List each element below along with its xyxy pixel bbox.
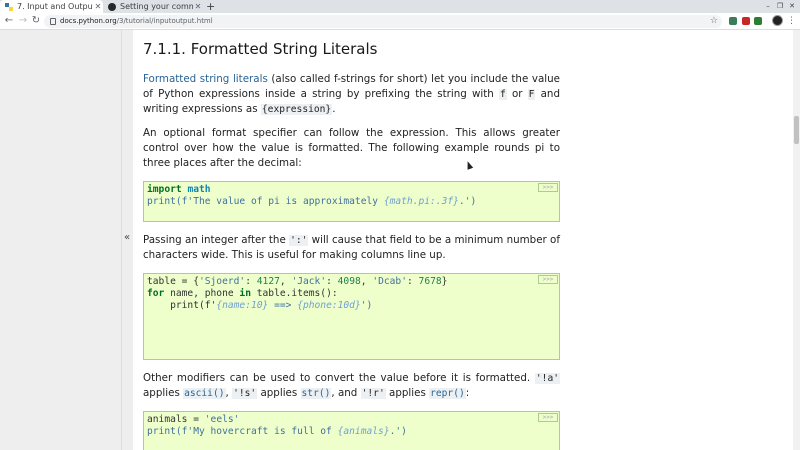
copy-button[interactable]: >>> — [538, 183, 558, 192]
string: ==> — [268, 300, 298, 311]
page-scrollbar[interactable] — [793, 30, 800, 450]
code-text: print(f' — [147, 300, 217, 311]
text: Passing an integer after the — [143, 234, 290, 246]
inline-code: '!s' — [232, 388, 258, 399]
python-favicon — [5, 2, 13, 11]
reload-icon[interactable]: ↻ — [30, 15, 42, 27]
inline-code: ':' — [289, 235, 309, 246]
minimize-icon[interactable]: – — [762, 0, 774, 13]
number: 4127 — [256, 276, 280, 287]
text: applies — [257, 387, 301, 399]
lock-icon — [50, 18, 56, 25]
code-text: print(f'My hovercraft is full of — [147, 426, 338, 437]
str-link[interactable]: str() — [300, 388, 332, 399]
sidebar-collapse-button[interactable]: « — [121, 30, 133, 450]
text: Other modifiers can be used to convert t… — [143, 372, 535, 384]
code-block-animals: >>> animals = 'eels' print(f'My hovercra… — [143, 411, 560, 450]
paragraph-format-specifier: An optional format specifier can follow … — [143, 127, 560, 169]
code-text: name, phone — [164, 288, 240, 299]
extension-icon[interactable] — [742, 17, 750, 25]
string: 'Jack' — [291, 276, 327, 287]
tab-setting-commit[interactable]: Setting your commi ✕ — [103, 0, 203, 13]
url-text: docs.python.org/3/tutorial/inputoutput.h… — [60, 17, 213, 25]
number: 7678 — [418, 276, 442, 287]
string: 'eels' — [204, 414, 240, 425]
number: 4098 — [337, 276, 361, 287]
paragraph-intro: Formatted string literals (also called f… — [143, 72, 560, 117]
tab-input-output[interactable]: 7. Input and Output ✕ — [0, 0, 103, 13]
menu-icon[interactable]: ⋮ — [787, 15, 796, 27]
maximize-icon[interactable]: ❐ — [774, 0, 786, 13]
copy-button[interactable]: >>> — [538, 413, 558, 422]
paragraph-modifiers: Other modifiers can be used to convert t… — [143, 371, 560, 401]
collapse-chevron-icon: « — [124, 232, 131, 243]
extension-icon[interactable] — [754, 17, 762, 25]
text: applies — [143, 387, 184, 399]
repr-link[interactable]: repr() — [429, 388, 466, 399]
tab-label: 7. Input and Output — [17, 2, 93, 11]
forward-arrow-icon[interactable]: → — [17, 15, 29, 27]
extension-icon[interactable] — [729, 17, 737, 25]
section-heading: 7.1.1. Formatted String Literals — [143, 40, 378, 58]
interpolation: {math.pi:.3f} — [383, 196, 459, 207]
github-favicon — [108, 2, 116, 11]
keyword: in — [239, 288, 251, 299]
inline-code: '!a' — [534, 373, 560, 384]
code-block-table: >>> table = {'Sjoerd': 4127, 'Jack': 409… — [143, 273, 560, 360]
avatar[interactable] — [772, 15, 783, 26]
string: 'Sjoerd' — [198, 276, 246, 287]
code-block-pi: >>> import math print(f'The value of pi … — [143, 181, 560, 222]
interpolation: {animals} — [337, 426, 390, 437]
module-name: math — [187, 184, 211, 195]
inline-code: f — [499, 89, 507, 100]
code-text: print(f'The value of pi is approximately — [147, 196, 384, 207]
code-text: table.items(): — [250, 288, 338, 299]
interpolation: {name:10} — [216, 300, 269, 311]
star-icon[interactable]: ☆ — [710, 15, 718, 28]
scrollbar-thumb[interactable] — [794, 116, 799, 144]
text: applies — [385, 387, 430, 399]
formatted-string-literals-link[interactable]: Formatted string literals — [143, 73, 268, 85]
text: , and — [331, 387, 361, 399]
code-text: ') — [360, 300, 373, 311]
close-window-icon[interactable]: ✕ — [786, 0, 798, 13]
inline-code: {expression} — [260, 104, 333, 115]
sidebar — [0, 30, 122, 450]
code-text: .') — [389, 426, 407, 437]
paragraph-column-width: Passing an integer after the ':' will ca… — [143, 233, 560, 263]
close-tab-icon[interactable]: ✕ — [193, 2, 203, 11]
tab-strip: 7. Input and Output ✕ Setting your commi… — [0, 0, 800, 13]
code-text: .') — [458, 196, 477, 207]
string: 'Dcab' — [372, 276, 407, 287]
ascii-link[interactable]: ascii() — [183, 388, 226, 399]
close-tab-icon[interactable]: ✕ — [93, 2, 103, 11]
code-text: table = { — [147, 276, 199, 287]
keyword: for — [147, 288, 165, 299]
text: or — [506, 88, 528, 100]
text: . — [332, 103, 336, 115]
keyword: import — [147, 184, 182, 195]
text: : — [465, 387, 470, 399]
tab-label: Setting your commi — [120, 2, 193, 11]
browser-toolbar: ← → ↻ docs.python.org/3/tutorial/inputou… — [0, 13, 800, 30]
copy-button[interactable]: >>> — [538, 275, 558, 284]
interpolation: {phone:10d} — [297, 300, 361, 311]
inline-code: '!r' — [360, 388, 386, 399]
code-text: animals = — [147, 414, 205, 425]
back-arrow-icon[interactable]: ← — [3, 15, 15, 27]
address-bar[interactable]: docs.python.org/3/tutorial/inputoutput.h… — [44, 15, 722, 28]
new-tab-button[interactable]: + — [206, 0, 215, 13]
